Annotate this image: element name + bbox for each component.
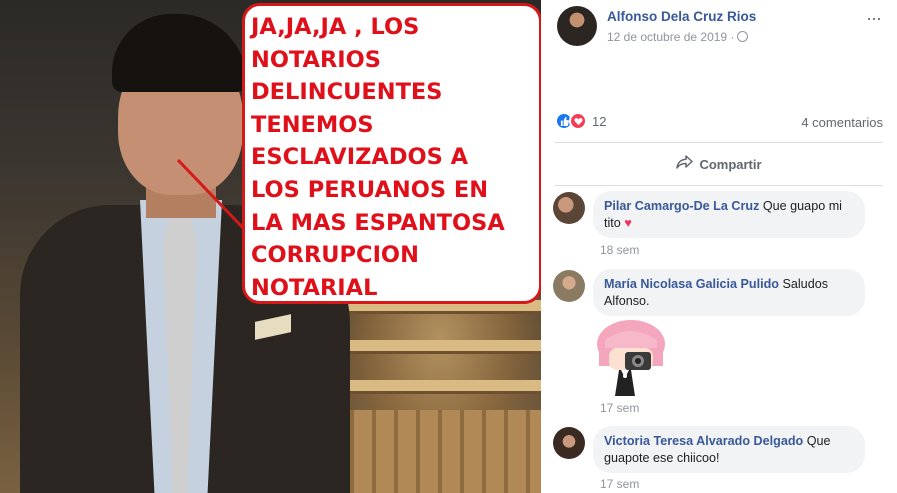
post-date-text[interactable]: 12 de octubre de 2019 · [607, 30, 734, 44]
commenter-avatar[interactable] [553, 427, 585, 459]
post-options-icon[interactable]: ··· [866, 8, 882, 29]
post-date[interactable]: 12 de octubre de 2019 · [607, 30, 749, 44]
share-label: Compartir [699, 156, 762, 172]
divider [555, 142, 883, 143]
comment-bubble: Pilar Camargo-De La Cruz Que guapo mi ti… [593, 191, 865, 238]
comment-timestamp[interactable]: 17 sem [600, 477, 639, 491]
comment-timestamp[interactable]: 17 sem [600, 401, 639, 415]
commenter-name-link[interactable]: Victoria Teresa Alvarado Delgado [604, 434, 803, 448]
caption-box: JA,JA,JA , LOS NOTARIOS DELINCUENTES TEN… [242, 3, 541, 304]
comment-bubble: María Nicolasa Galicia Pulido Saludos Al… [593, 269, 865, 316]
comment-timestamp[interactable]: 18 sem [600, 243, 639, 257]
author-name-link[interactable]: Alfonso Dela Cruz Rios [607, 9, 756, 24]
comments-count-link[interactable]: 4 comentarios [801, 115, 883, 130]
globe-icon [737, 31, 749, 42]
caption-line: CORRUPCION [251, 242, 419, 269]
caption-line: TENEMOS [251, 111, 374, 138]
caption-line: ESCLAVIZADOS A [251, 144, 469, 171]
heart-emoji: ♥ [624, 215, 632, 230]
share-arrow-icon [676, 154, 694, 174]
commenter-avatar[interactable] [553, 270, 585, 302]
reactions-count: 12 [592, 113, 607, 129]
commenter-avatar[interactable] [553, 192, 585, 224]
caption-line: LOS PERUANOS EN [251, 176, 489, 203]
caption-line: LA MAS ESPANTOSA [251, 209, 505, 236]
comment-bubble: Victoria Teresa Alvarado Delgado Que gua… [593, 426, 865, 473]
caption-line: NOTARIAL [251, 274, 378, 301]
post-photo[interactable]: JA,JA,JA , LOS NOTARIOS DELINCUENTES TEN… [0, 0, 541, 493]
share-button[interactable]: Compartir [541, 150, 897, 178]
commenter-name-link[interactable]: Pilar Camargo-De La Cruz [604, 199, 759, 213]
reactions-summary[interactable]: 12 [555, 111, 606, 131]
love-icon [569, 112, 587, 130]
divider [555, 185, 883, 186]
commenter-name-link[interactable]: María Nicolasa Galicia Pulido [604, 277, 779, 291]
post-side-panel: Alfonso Dela Cruz Rios 12 de octubre de … [541, 0, 897, 493]
photographer-girl-sticker [597, 320, 665, 396]
caption-line: NOTARIOS [251, 46, 382, 73]
author-avatar[interactable] [557, 6, 597, 46]
caption-line: DELINCUENTES [251, 79, 443, 106]
caption-line: JA,JA,JA , LOS [251, 14, 420, 40]
